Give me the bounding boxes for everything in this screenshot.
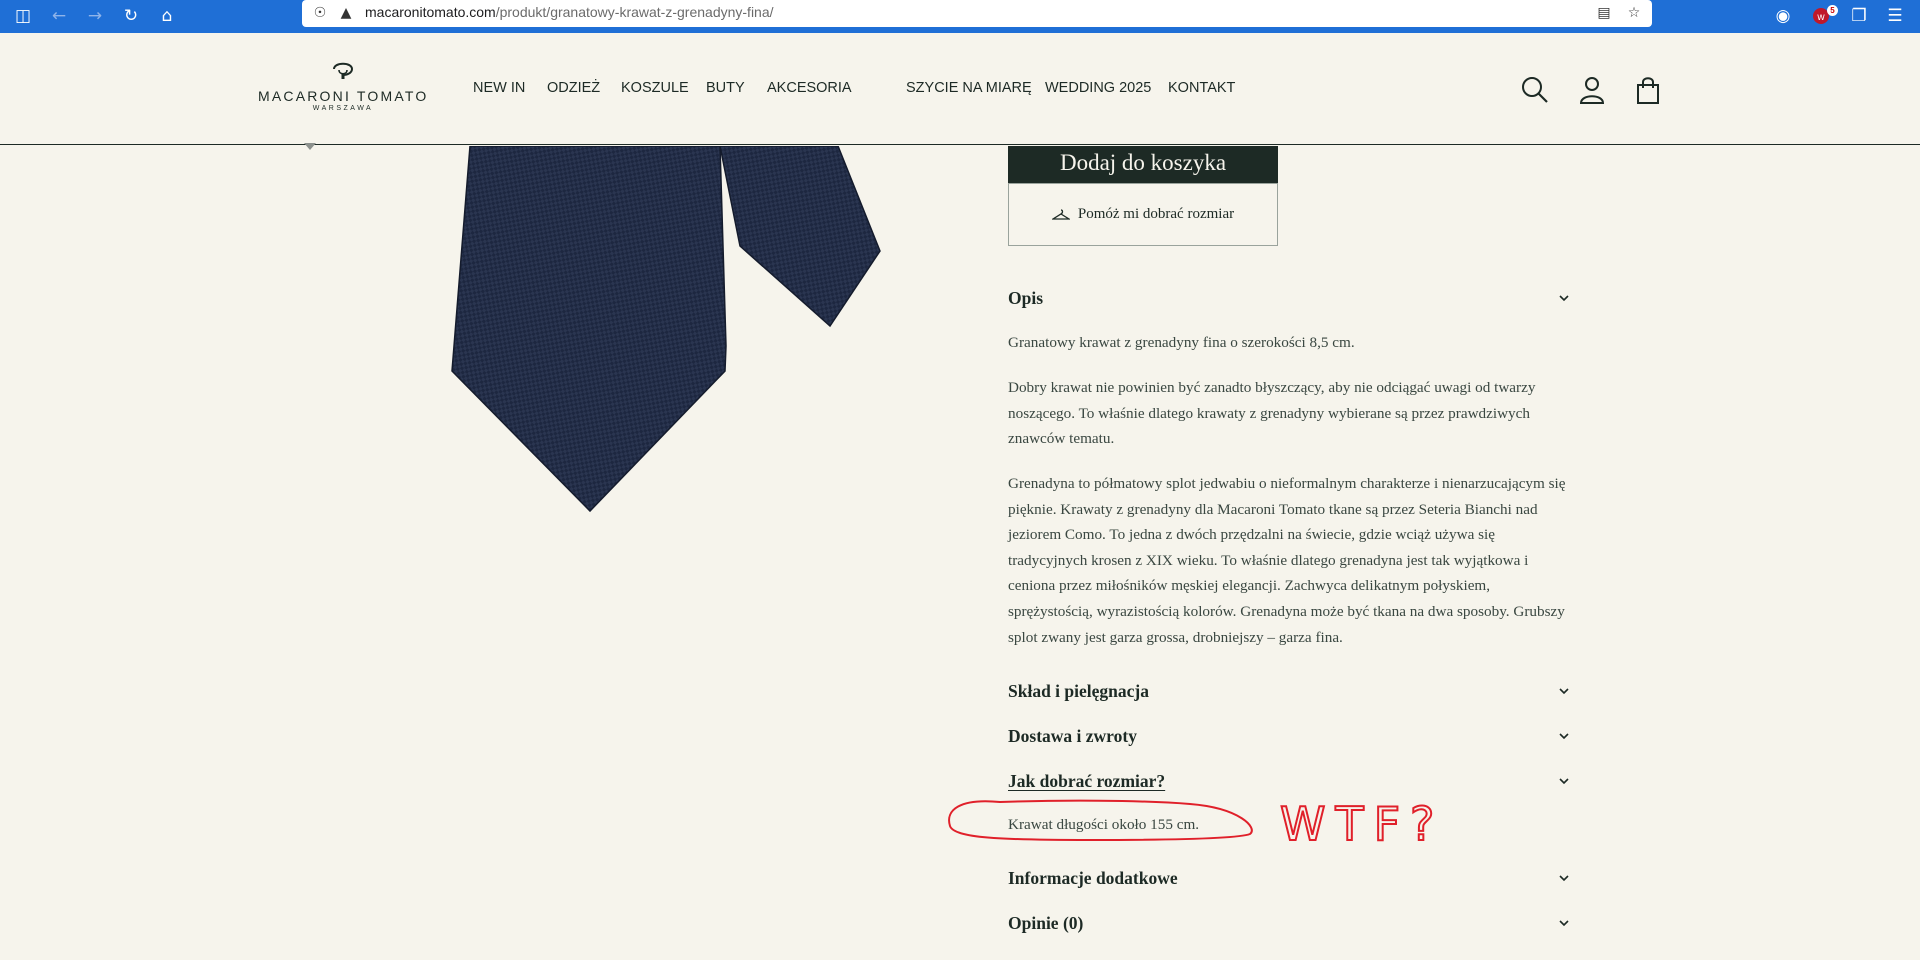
chevron-down-icon (1559, 295, 1569, 302)
add-to-cart-label: Dodaj do koszyka (1059, 149, 1227, 175)
accordion-opinie[interactable]: Opinie (0) (1008, 913, 1570, 939)
tie-front-blade (451, 146, 727, 513)
shopping-bag-icon[interactable] (1633, 75, 1663, 105)
annotation-text: WTF? (1280, 797, 1444, 851)
nav-akcesoria[interactable]: AKCESORIA (767, 80, 852, 96)
browser-toolbar: ◫ ← → ↻ ⌂ ☉ ▲ macaronitomato.com/produkt… (0, 0, 1920, 33)
logo-mark-icon (333, 62, 354, 79)
url-domain: macaronitomato.com (365, 4, 496, 20)
chevron-down-icon (1559, 920, 1569, 927)
size-help-label: Pomóż mi dobrać rozmiar (1077, 206, 1235, 222)
hamburger-menu-icon[interactable]: ☰ (1882, 3, 1908, 29)
site-logo[interactable]: MACARONI TOMATO WARSZAWA (258, 59, 428, 119)
chevron-down-icon (1559, 688, 1569, 695)
description-paragraph-1: Granatowy krawat z grenadyny fina o szer… (1008, 334, 1355, 351)
chevron-down-icon (1559, 875, 1569, 882)
description-paragraph-2: Dobry krawat nie powinien być zanadto bł… (1008, 379, 1536, 448)
accordion-informacje-dodatkowe[interactable]: Informacje dodatkowe (1008, 868, 1570, 894)
annotation-ellipse (948, 799, 1253, 842)
hanger-icon (1051, 208, 1070, 220)
url-text[interactable]: macaronitomato.com/produkt/granatowy-kra… (365, 4, 774, 20)
product-image-tie (451, 146, 881, 513)
accordion-opis[interactable]: Opis (1008, 288, 1570, 314)
logo-subtitle: WARSZAWA (312, 105, 374, 112)
url-path: /produkt/granatowy-krawat-z-grenadyny-fi… (495, 4, 774, 20)
accordion-rozmiar-title: Jak dobrać rozmiar? (1008, 771, 1166, 791)
nav-buty[interactable]: BUTY (706, 80, 745, 96)
gallery-down-arrow-icon[interactable] (304, 143, 316, 151)
extensions-puzzle-icon[interactable]: ❐ (1846, 3, 1872, 29)
site-header: MACARONI TOMATO WARSZAWA NEW IN ODZIEŻ K… (0, 33, 1920, 145)
accordion-dostawa-i-zwroty[interactable]: Dostawa i zwroty (1008, 726, 1570, 752)
shield-icon[interactable]: ☉ (310, 3, 330, 23)
nav-wedding-2025[interactable]: WEDDING 2025 (1045, 80, 1151, 96)
accordion-dostawa-title: Dostawa i zwroty (1008, 726, 1137, 746)
chevron-down-icon (1559, 733, 1569, 740)
description-paragraph-3: Grenadyna to półmatowy splot jedwabiu o … (1008, 475, 1566, 646)
size-help-button[interactable]: Pomóż mi dobrać rozmiar (1008, 183, 1278, 246)
reload-icon[interactable]: ↻ (118, 3, 144, 29)
user-account-icon[interactable] (1577, 75, 1607, 105)
nav-new-in[interactable]: NEW IN (473, 80, 525, 96)
forward-arrow-icon[interactable]: → (82, 3, 108, 29)
nav-szycie-na-miare[interactable]: SZYCIE NA MIARĘ (906, 80, 1032, 96)
extension-badge: 5 (1827, 5, 1838, 16)
tie-back-blade (719, 146, 881, 328)
lock-icon[interactable]: ▲ (336, 3, 356, 23)
accordion-opis-title: Opis (1008, 288, 1044, 308)
accordion-info-title: Informacje dodatkowe (1008, 868, 1178, 888)
red-annotation: WTF? (948, 796, 1444, 852)
nav-kontakt[interactable]: KONTAKT (1168, 80, 1235, 96)
back-arrow-icon[interactable]: ← (46, 3, 72, 29)
nav-odziez[interactable]: ODZIEŻ (547, 80, 600, 96)
accordion-opinie-title: Opinie (0) (1008, 913, 1084, 933)
add-to-cart-button[interactable]: Dodaj do koszyka (1008, 146, 1278, 183)
home-icon[interactable]: ⌂ (154, 3, 180, 29)
accordion-sklad-i-pielegnacja[interactable]: Skład i pielęgnacja (1008, 681, 1570, 707)
sidebar-toggle-icon[interactable]: ◫ (10, 3, 36, 29)
extension-icon[interactable]: w 5 (1808, 3, 1838, 29)
reader-mode-icon[interactable]: ▤ (1594, 3, 1614, 23)
logo-name: MACARONI TOMATO (258, 88, 429, 104)
address-bar[interactable]: ☉ ▲ macaronitomato.com/produkt/granatowy… (302, 0, 1652, 27)
bookmark-star-icon[interactable]: ☆ (1624, 3, 1644, 23)
svg-text:w: w (1816, 12, 1825, 23)
chevron-down-icon (1559, 778, 1569, 785)
account-icon[interactable]: ◉ (1770, 3, 1796, 29)
search-icon[interactable] (1520, 75, 1550, 105)
nav-koszule[interactable]: KOSZULE (621, 80, 689, 96)
accordion-sklad-title: Skład i pielęgnacja (1008, 681, 1149, 701)
